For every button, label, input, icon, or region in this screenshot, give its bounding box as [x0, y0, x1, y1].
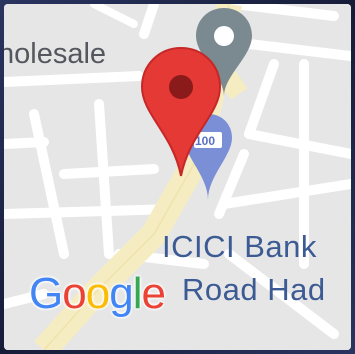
logo-letter: o — [62, 269, 87, 318]
logo-letter: e — [141, 269, 166, 318]
logo-letter: g — [109, 269, 134, 318]
logo-letter: o — [85, 269, 111, 318]
road-label: Road Had — [182, 272, 326, 307]
place-label-wholesale[interactable]: holesale — [4, 38, 106, 71]
selected-location-marker-icon[interactable] — [140, 46, 222, 180]
map-view[interactable]: holesale 100 ICICI Bank Road Had Google — [4, 4, 351, 350]
logo-letter: G — [29, 269, 63, 318]
google-logo: Google — [29, 269, 166, 319]
place-label-bank[interactable]: ICICI Bank — [162, 229, 317, 265]
map-thumbnail-frame: holesale 100 ICICI Bank Road Had Google — [0, 0, 355, 354]
